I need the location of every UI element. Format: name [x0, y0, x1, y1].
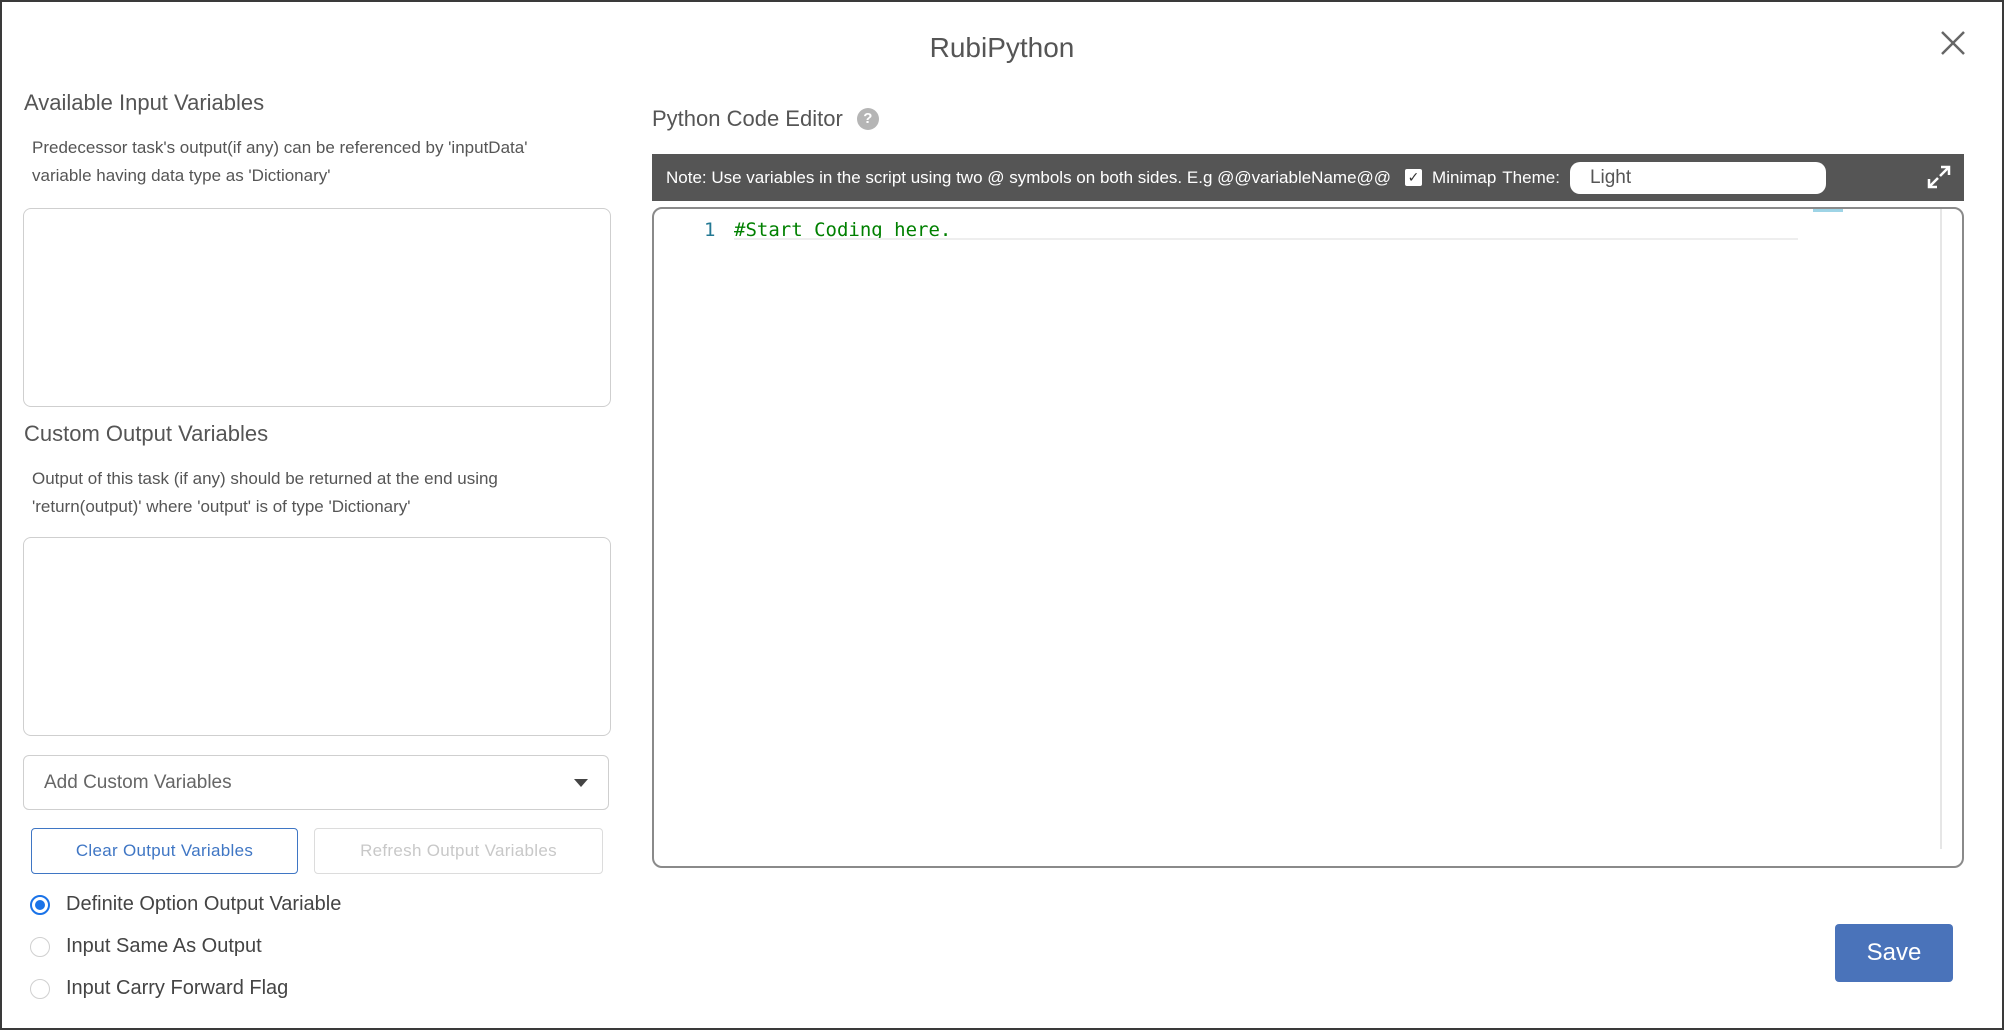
editor-toolbar: Note: Use variables in the script using …: [652, 154, 1964, 201]
help-icon[interactable]: ?: [856, 108, 879, 130]
dialog-title: RubiPython: [929, 32, 1075, 63]
radio-button[interactable]: [30, 978, 50, 999]
radio-label: Input Carry Forward Flag: [66, 977, 289, 999]
current-line-highlight: [734, 238, 1798, 240]
input-description-line-2: variable having data type as 'Dictionary…: [32, 166, 331, 185]
radio-button-checked[interactable]: [30, 894, 50, 915]
input-description-line-1: Predecessor task's output(if any) can be…: [32, 138, 528, 157]
output-description-line-1: Output of this task (if any) should be r…: [32, 469, 498, 488]
close-icon[interactable]: [1936, 26, 1970, 60]
editor-heading-label: Python Code Editor: [652, 106, 843, 131]
minimap-checkbox[interactable]: ✓: [1405, 169, 1423, 186]
save-button[interactable]: Save: [1835, 924, 1953, 982]
input-variables-title: Available Input Variables: [24, 90, 265, 115]
python-code-editor[interactable]: 1 #Start Coding here.: [652, 207, 1964, 868]
minimap[interactable]: [1813, 209, 1843, 212]
clear-output-variables-button[interactable]: Clear Output Variables: [31, 828, 298, 874]
radio-definite-option-output-variable[interactable]: Definite Option Output Variable: [30, 893, 341, 916]
add-custom-variables-label: Add Custom Variables: [44, 771, 232, 793]
output-variables-box[interactable]: [23, 537, 611, 736]
caret-down-icon: [574, 778, 588, 787]
output-variables-title: Custom Output Variables: [24, 421, 269, 446]
editor-scrollbar[interactable]: [1940, 209, 1942, 849]
input-variables-box[interactable]: [23, 208, 611, 407]
theme-input[interactable]: [1569, 161, 1826, 194]
expand-icon[interactable]: [1926, 164, 1952, 190]
input-variables-description: Predecessor task's output(if any) can be…: [32, 134, 592, 190]
radio-button[interactable]: [30, 936, 50, 957]
radio-label: Definite Option Output Variable: [66, 893, 342, 915]
refresh-output-variables-button[interactable]: Refresh Output Variables: [314, 828, 603, 874]
output-description-line-2: 'return(output)' where 'output' is of ty…: [32, 497, 411, 516]
theme-label: Theme:: [1502, 167, 1560, 187]
line-number: 1: [704, 219, 716, 241]
radio-label: Input Same As Output: [66, 935, 262, 957]
output-variables-description: Output of this task (if any) should be r…: [32, 465, 592, 521]
variables-note: Note: Use variables in the script using …: [666, 167, 1392, 187]
editor-heading: Python Code Editor ?: [652, 106, 879, 132]
radio-input-carry-forward-flag[interactable]: Input Carry Forward Flag: [30, 977, 288, 1000]
rubipython-dialog: RubiPython Available Input Variables Pre…: [0, 0, 2004, 1030]
radio-input-same-as-output[interactable]: Input Same As Output: [30, 935, 262, 958]
add-custom-variables-dropdown[interactable]: Add Custom Variables: [23, 755, 609, 810]
minimap-label: Minimap: [1432, 167, 1497, 187]
